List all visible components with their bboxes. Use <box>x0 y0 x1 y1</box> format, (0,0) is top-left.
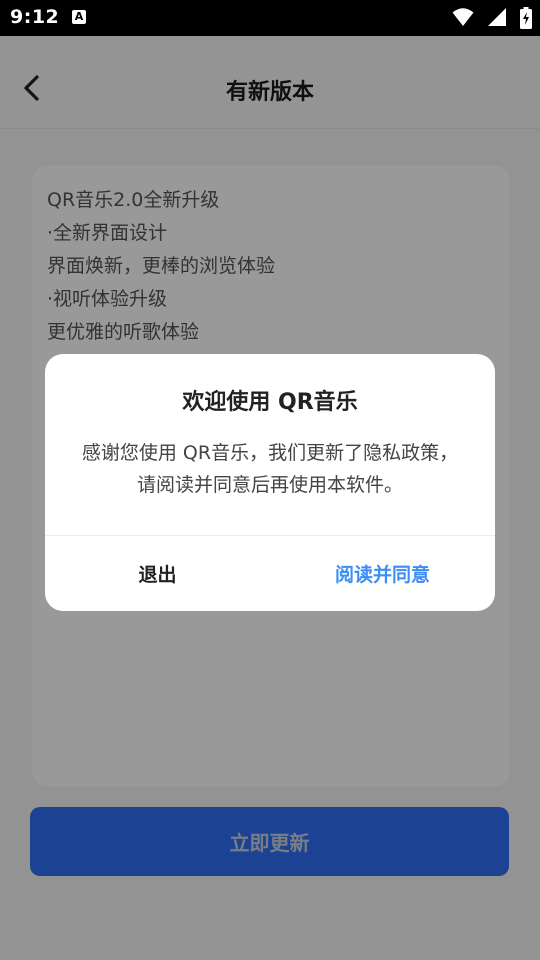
dialog-title: 欢迎使用 QR音乐 <box>182 390 358 415</box>
notification-a-icon: A <box>72 10 86 24</box>
dialog-actions: 退出 阅读并同意 <box>45 536 495 611</box>
signal-icon <box>487 8 506 26</box>
wifi-icon <box>452 8 474 26</box>
status-time: 9:12 <box>10 6 60 28</box>
read-and-agree-button[interactable]: 阅读并同意 <box>270 536 495 611</box>
dialog-message: 感谢您使用 QR音乐，我们更新了隐私政策，请阅读并同意后再使用本软件。 <box>81 442 459 496</box>
battery-icon <box>520 7 532 29</box>
status-icons <box>444 7 532 29</box>
privacy-dialog: 欢迎使用 QR音乐 感谢您使用 QR音乐，我们更新了隐私政策，请阅读并同意后再使… <box>45 354 495 611</box>
exit-button[interactable]: 退出 <box>45 536 270 611</box>
status-bar: 9:12 A <box>0 0 540 36</box>
